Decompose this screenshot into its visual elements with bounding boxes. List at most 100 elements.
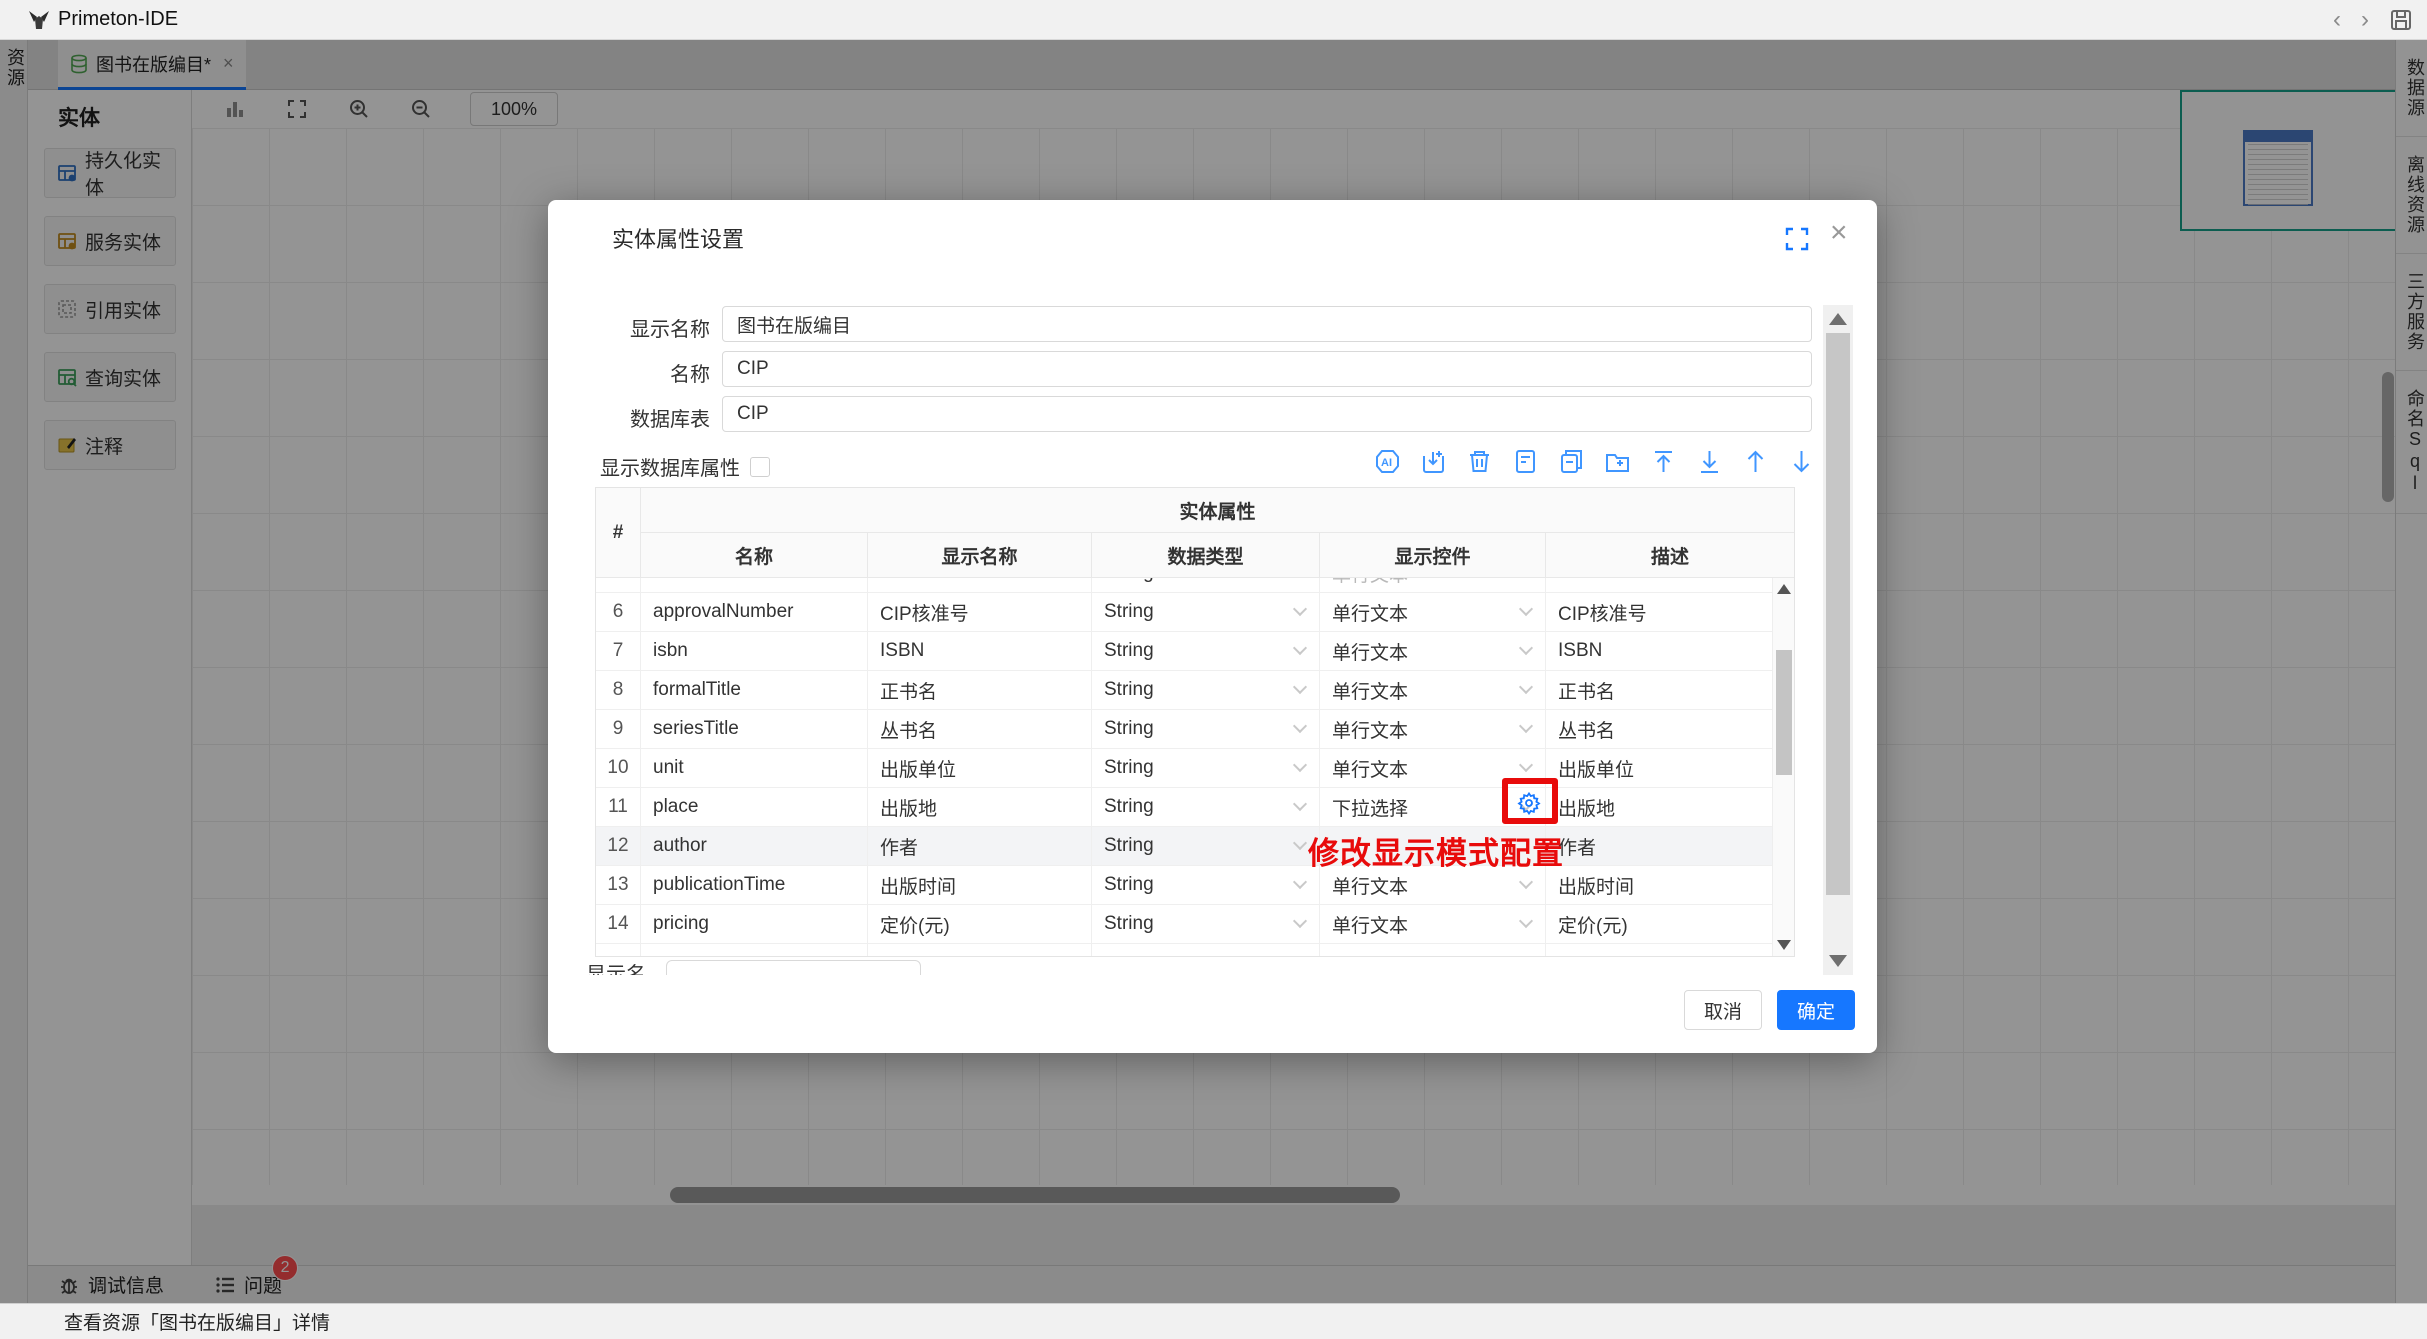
chevron-down-icon	[1293, 758, 1307, 772]
cancel-button[interactable]: 取消	[1684, 990, 1762, 1030]
cell-index: 14	[596, 905, 641, 944]
table-row[interactable]: 6 approvalNumber CIP核准号 String 单行文本 CIP核…	[596, 593, 1772, 632]
copy-icon[interactable]	[1558, 448, 1585, 475]
ai-generate-icon[interactable]: AI	[1374, 448, 1401, 475]
nav-back-icon[interactable]: ‹	[2333, 8, 2341, 32]
table-row[interactable]: 14 pricing 定价(元) String 单行文本 定价(元)	[596, 905, 1772, 944]
table-row[interactable]: 11 place 出版地 String 下拉选择 出版地	[596, 788, 1772, 827]
cell-index	[596, 944, 641, 956]
annotation-text: 修改显示模式配置	[1308, 828, 1564, 873]
chevron-down-icon	[1293, 680, 1307, 694]
dialog-title: 实体属性设置	[612, 222, 744, 254]
cell-display-name: 丛书名	[868, 710, 1092, 749]
display-mode-config-gear-icon[interactable]	[1517, 791, 1541, 815]
name-input[interactable]	[722, 351, 1812, 387]
table-scroll-down-icon[interactable]	[1777, 940, 1791, 950]
cell-display-name: 正书名	[868, 671, 1092, 710]
cell-data-type-select[interactable]: String	[1092, 866, 1320, 905]
dialog-maximize-icon[interactable]	[1784, 226, 1810, 252]
cell-data-type-select[interactable]: String	[1092, 710, 1320, 749]
cell-name: formalTitle	[641, 671, 868, 710]
move-bottom-icon[interactable]	[1696, 448, 1723, 475]
entity-properties-dialog: 实体属性设置 × 显示名称 名称 数据库表 显示数据库属性 AI	[548, 200, 1877, 1053]
move-up-icon[interactable]	[1742, 448, 1769, 475]
cell-control-select[interactable]: 单行文本	[1320, 578, 1546, 593]
cell-name: seriesTitle	[641, 710, 868, 749]
app-logo	[26, 7, 52, 33]
save-icon[interactable]	[2389, 8, 2413, 32]
cell-data-type-select[interactable]: String	[1092, 593, 1320, 632]
cell-display-name: CIP核准号	[868, 593, 1092, 632]
cell-index: 7	[596, 632, 641, 671]
db-table-input[interactable]	[722, 396, 1812, 432]
display-name-input[interactable]	[722, 306, 1812, 342]
clipped-field-input[interactable]	[666, 960, 921, 975]
ok-button[interactable]: 确定	[1777, 990, 1855, 1030]
cell-data-type-select[interactable]: String	[1092, 788, 1320, 827]
table-row[interactable]: 8 formalTitle 正书名 String 单行文本 正书名	[596, 671, 1772, 710]
column-header-description: 描述	[1546, 533, 1794, 578]
cell-control-select[interactable]: 单行文本	[1320, 593, 1546, 632]
attribute-table: # 实体属性 名称 显示名称 数据类型 显示控件 描述 5 id id Stri…	[595, 487, 1795, 957]
table-row[interactable]: 7 isbn ISBN String 单行文本 ISBN	[596, 632, 1772, 671]
show-db-attrs-checkbox[interactable]	[750, 457, 770, 477]
field-label-name: 名称	[560, 358, 710, 387]
dialog-scroll-thumb[interactable]	[1826, 333, 1850, 895]
table-row[interactable]: 9 seriesTitle 丛书名 String 单行文本 丛书名	[596, 710, 1772, 749]
table-scroll-thumb[interactable]	[1776, 650, 1792, 775]
cell-data-type-select[interactable]: String	[1092, 827, 1320, 866]
cell-control-select[interactable]	[1320, 944, 1546, 956]
chevron-down-icon	[1519, 602, 1533, 616]
cell-data-type-select[interactable]	[1092, 944, 1320, 956]
table-row[interactable]: 12 author 作者 String 作者	[596, 827, 1772, 866]
move-down-icon[interactable]	[1788, 448, 1815, 475]
dialog-scroll-down-icon[interactable]	[1829, 955, 1847, 967]
chevron-down-icon	[1293, 836, 1307, 850]
cell-control-select[interactable]: 单行文本	[1320, 632, 1546, 671]
cell-description: 正书名	[1546, 671, 1772, 710]
cell-control-select[interactable]: 单行文本	[1320, 710, 1546, 749]
move-top-icon[interactable]	[1650, 448, 1677, 475]
nav-forward-icon[interactable]: ›	[2361, 8, 2369, 32]
document-icon[interactable]	[1512, 448, 1539, 475]
chevron-down-icon	[1519, 914, 1533, 928]
cell-control-select[interactable]: 单行文本	[1320, 905, 1546, 944]
table-scroll-up-icon[interactable]	[1777, 584, 1791, 594]
cell-description: 丛书名	[1546, 710, 1772, 749]
chevron-down-icon	[1519, 680, 1533, 694]
field-label-db-table: 数据库表	[560, 403, 710, 432]
table-row[interactable]	[596, 944, 1772, 956]
clipped-field-label: 显示名称	[586, 958, 656, 975]
delete-icon[interactable]	[1466, 448, 1493, 475]
import-add-icon[interactable]	[1420, 448, 1447, 475]
cell-data-type-select[interactable]: String	[1092, 905, 1320, 944]
clipped-bottom-field: 显示名称	[586, 958, 1486, 975]
cell-data-type-select[interactable]: String	[1092, 749, 1320, 788]
cell-data-type-select[interactable]: String	[1092, 632, 1320, 671]
table-row[interactable]: 10 unit 出版单位 String 单行文本 出版单位	[596, 749, 1772, 788]
table-row[interactable]: 5 id id String 单行文本 id	[596, 578, 1772, 593]
cell-index: 9	[596, 710, 641, 749]
cell-description	[1546, 944, 1772, 956]
cell-name: isbn	[641, 632, 868, 671]
table-group-header: 实体属性	[641, 488, 1794, 533]
title-bar: Primeton-IDE ‹ ›	[0, 0, 2427, 40]
cell-display-name	[868, 944, 1092, 956]
dialog-close-icon[interactable]: ×	[1830, 216, 1848, 250]
cell-name	[641, 944, 868, 956]
chevron-down-icon	[1293, 602, 1307, 616]
attribute-toolbar: AI	[1374, 448, 1815, 475]
table-row[interactable]: 13 publicationTime 出版时间 String 单行文本 出版时间	[596, 866, 1772, 905]
cell-description: 出版地	[1546, 788, 1772, 827]
cell-control-select[interactable]: 单行文本	[1320, 671, 1546, 710]
cell-data-type-select[interactable]: String	[1092, 578, 1320, 593]
folder-add-icon[interactable]	[1604, 448, 1631, 475]
field-label-display-name: 显示名称	[560, 313, 710, 342]
cell-description: 出版单位	[1546, 749, 1772, 788]
cell-description: CIP核准号	[1546, 593, 1772, 632]
cell-name: place	[641, 788, 868, 827]
table-body-viewport: 5 id id String 单行文本 id 6 approvalNumber …	[596, 578, 1772, 956]
cell-data-type-select[interactable]: String	[1092, 671, 1320, 710]
svg-text:AI: AI	[1381, 457, 1392, 469]
dialog-scroll-up-icon[interactable]	[1829, 313, 1847, 325]
